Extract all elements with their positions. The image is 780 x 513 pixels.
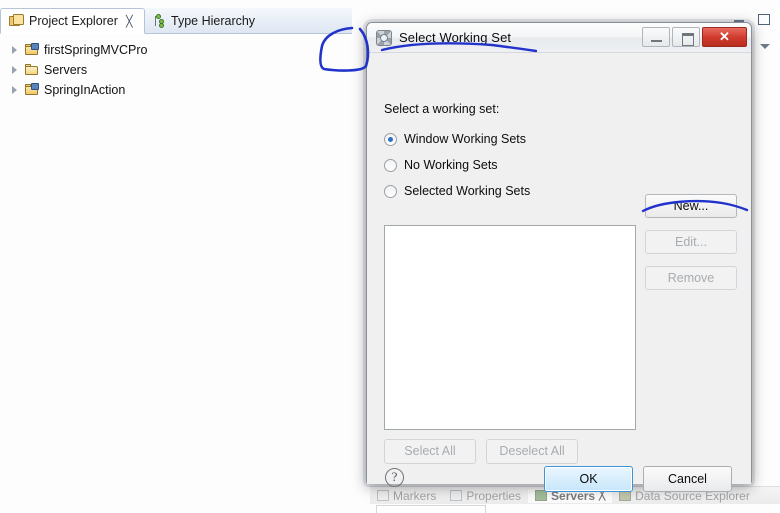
project-explorer-icon	[9, 14, 24, 28]
tab-type-hierarchy-label: Type Hierarchy	[171, 14, 256, 28]
expand-arrow-icon[interactable]	[10, 85, 20, 95]
tree-item-springinaction[interactable]: SpringInAction	[0, 80, 352, 100]
folder-icon	[24, 63, 40, 77]
markers-icon	[377, 490, 389, 501]
radio-icon[interactable]	[384, 132, 397, 146]
radio-label: Window Working Sets	[404, 132, 527, 146]
radio-selected-working-sets[interactable]: Selected Working Sets	[384, 184, 530, 198]
view-tab-bar: Project Explorer ╳ Type Hierarchy	[0, 8, 352, 34]
tree-item-firstspringmvcpro[interactable]: firstSpringMVCPro	[0, 40, 352, 60]
dialog-window-controls: ✕	[642, 27, 747, 47]
radio-icon[interactable]	[384, 184, 397, 198]
bottom-panel-field	[376, 505, 486, 513]
java-project-icon	[24, 83, 40, 97]
tree-item-servers[interactable]: Servers	[0, 60, 352, 80]
prompt-label: Select a working set:	[384, 102, 500, 116]
dialog-body: Select a working set: Window Working Set…	[367, 53, 751, 492]
type-hierarchy-icon	[153, 14, 166, 28]
expand-arrow-icon[interactable]	[10, 45, 20, 55]
tab-project-explorer[interactable]: Project Explorer ╳	[0, 8, 145, 34]
select-all-button: Select All	[384, 439, 476, 464]
close-icon[interactable]: ╳	[126, 15, 133, 28]
dialog-title-bar[interactable]: Select Working Set ✕	[367, 23, 751, 53]
tree-item-label: firstSpringMVCPro	[44, 43, 148, 57]
help-icon[interactable]: ?	[385, 468, 404, 487]
tab-properties-label: Properties	[466, 488, 522, 503]
tab-project-explorer-label: Project Explorer	[29, 14, 118, 28]
remove-button: Remove	[645, 266, 737, 290]
java-project-icon	[24, 43, 40, 57]
radio-label: No Working Sets	[404, 158, 498, 172]
radio-window-working-sets[interactable]: Window Working Sets	[384, 132, 526, 146]
properties-icon	[450, 490, 463, 501]
tree-item-label: Servers	[44, 63, 88, 77]
maximize-view-button[interactable]	[756, 12, 770, 26]
edit-button: Edit...	[645, 230, 737, 254]
tree-item-label: SpringInAction	[44, 83, 126, 97]
dialog-title: Select Working Set	[399, 30, 512, 45]
working-sets-list[interactable]	[384, 225, 636, 430]
close-button[interactable]: ✕	[702, 27, 747, 47]
view-menu-icon[interactable]	[756, 38, 774, 56]
minimize-button[interactable]	[642, 27, 670, 47]
tab-markers-label: Markers	[393, 488, 437, 503]
maximize-button[interactable]	[672, 27, 700, 47]
tab-type-hierarchy[interactable]: Type Hierarchy	[145, 8, 263, 34]
expand-arrow-icon[interactable]	[10, 65, 20, 75]
screenshot-root: Project Explorer ╳ Type Hierarchy firstS…	[0, 0, 780, 513]
tab-properties[interactable]: Properties	[443, 489, 528, 503]
project-tree: firstSpringMVCPro Servers SpringInAction	[0, 40, 352, 100]
tab-markers[interactable]: Markers	[370, 489, 443, 503]
radio-no-working-sets[interactable]: No Working Sets	[384, 158, 498, 172]
radio-icon[interactable]	[384, 158, 397, 172]
radio-label: Selected Working Sets	[404, 184, 531, 198]
cancel-button[interactable]: Cancel	[643, 466, 732, 492]
new-button[interactable]: New...	[645, 194, 737, 218]
deselect-all-button: Deselect All	[486, 439, 578, 464]
ok-button[interactable]: OK	[544, 466, 633, 492]
select-working-set-dialog: Select Working Set ✕ Select a working se…	[366, 22, 752, 492]
working-set-gear-icon	[376, 29, 392, 46]
